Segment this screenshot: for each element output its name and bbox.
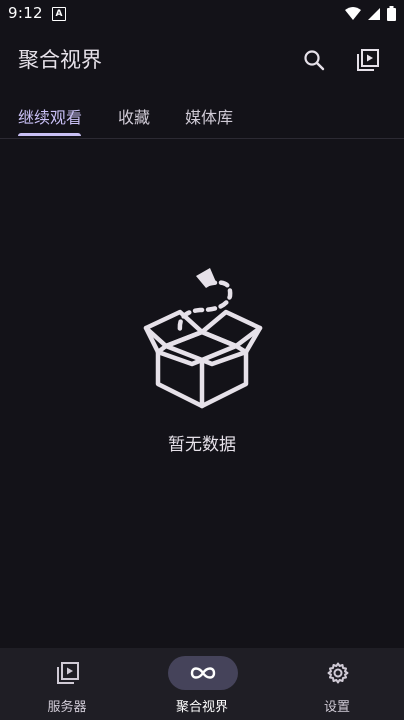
nav-pill xyxy=(33,656,103,690)
media-library-button[interactable] xyxy=(350,42,386,78)
infinity-icon xyxy=(190,667,216,679)
video-library-icon xyxy=(57,662,79,684)
status-icons xyxy=(345,6,396,21)
battery-icon xyxy=(387,6,396,21)
nav-label-servers: 服务器 xyxy=(47,700,87,715)
video-library-icon xyxy=(357,49,379,71)
app-bar: 聚合视界 xyxy=(0,28,404,92)
status-time: 9:12 xyxy=(8,4,43,22)
tab-favorites[interactable]: 收藏 xyxy=(118,104,150,128)
nav-label-aggregate: 聚合视界 xyxy=(175,700,228,715)
gear-icon xyxy=(327,662,349,684)
wifi-icon xyxy=(345,6,361,20)
tab-continue-watching[interactable]: 继续观看 xyxy=(18,104,82,128)
tab-bar: 继续观看 收藏 媒体库 xyxy=(0,92,404,139)
app-title: 聚合视界 xyxy=(18,48,102,72)
search-button[interactable] xyxy=(296,42,332,78)
nav-item-settings[interactable]: 设置 xyxy=(270,648,404,720)
signal-icon xyxy=(368,7,380,20)
nav-pill xyxy=(303,656,373,690)
tab-indicator xyxy=(18,133,81,136)
nav-label-settings: 设置 xyxy=(323,700,350,715)
tab-media-library[interactable]: 媒体库 xyxy=(185,104,233,128)
notification-a-icon: A xyxy=(52,7,66,21)
status-bar: 9:12 A xyxy=(0,0,404,28)
bottom-navigation: 服务器 聚合视界 设置 xyxy=(0,648,404,720)
empty-message: 暂无数据 xyxy=(168,435,236,455)
empty-box-icon xyxy=(143,268,263,409)
nav-item-servers[interactable]: 服务器 xyxy=(0,648,134,720)
search-icon xyxy=(304,50,325,71)
nav-item-aggregate[interactable]: 聚合视界 xyxy=(135,648,269,720)
nav-pill-active xyxy=(168,656,238,690)
